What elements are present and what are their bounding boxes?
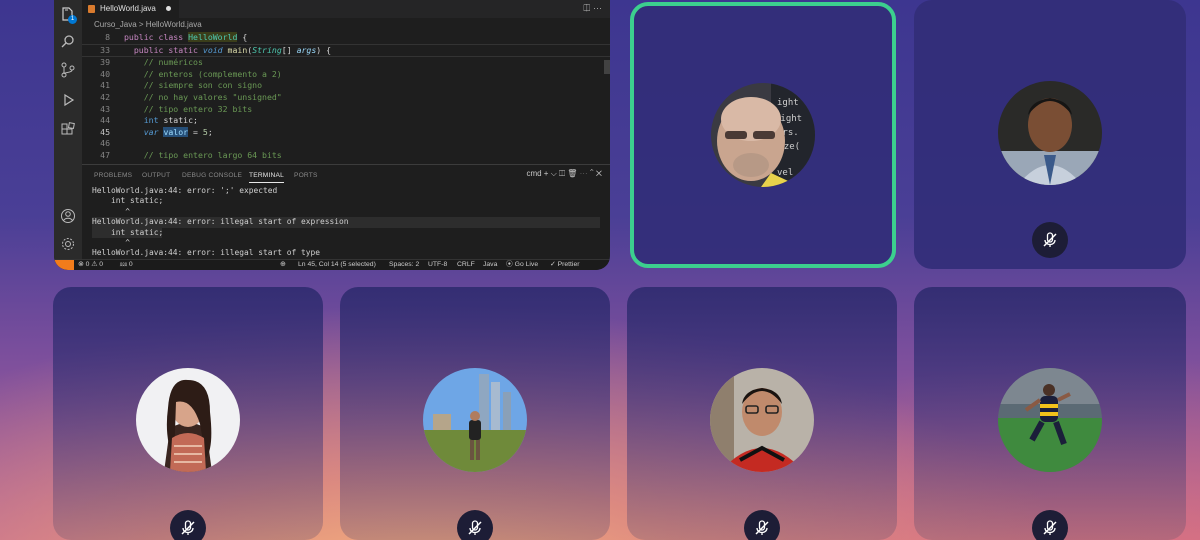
code-line: 33 public static void main(String[] args… [82,44,610,58]
avatar: ight light ors. size( vel [711,83,815,187]
terminal-line: int static; [92,196,164,206]
problems-count[interactable]: ⊗ 0 ⚠ 0 [78,260,103,270]
muted-mic-icon [1032,222,1068,258]
line-text: public static void main(String[] args) { [133,44,332,55]
shared-screen-vscode[interactable]: 1 HelloWorld.java ⎅ ⋯ Curso_Java > Hello… [54,0,610,270]
muted-mic-icon [170,510,206,540]
terminal-line: int static; [92,227,164,238]
line-number: 45 [100,126,110,137]
line-text: // siempre son con signo [124,80,263,91]
source-control-icon[interactable] [60,62,76,78]
terminal-line: ^ [92,206,131,216]
tab-helloworld-java[interactable]: HelloWorld.java [82,0,180,18]
line-number: 47 [100,149,110,160]
code-editor[interactable]: 8 public class HelloWorld { 33 public sta… [82,32,610,162]
line-text: // numéricos [124,57,203,68]
line-number: 8 [105,32,110,42]
svg-text:ight: ight [777,98,799,108]
code-line: 44 int static; [82,115,610,127]
avatar [998,368,1102,472]
terminal-line: HelloWorld.java:44: error: illegal start… [92,248,321,258]
ports-count[interactable]: ⅏ 0 [120,260,133,270]
java-file-icon [88,5,95,13]
code-line: 40 // enteros (complemento a 2) [82,69,610,81]
tab-debug-console[interactable]: DEBUG CONSOLE [182,172,242,179]
tab-terminal[interactable]: TERMINAL [249,172,284,183]
line-number: 33 [100,44,110,55]
line-number: 43 [100,103,110,114]
editor-actions[interactable]: ⎅ ⋯ [583,3,602,14]
cursor-position[interactable]: Ln 45, Col 14 (5 selected) [298,260,376,270]
line-text: var valor = 5; [143,126,213,137]
code-line: 8 public class HelloWorld { [82,32,610,45]
tab-ports[interactable]: PORTS [294,172,318,179]
line-number: 46 [100,138,110,149]
muted-mic-icon [457,510,493,540]
terminal-line: HelloWorld.java:44: error: illegal start… [92,217,600,228]
line-text: int static; [143,115,198,126]
muted-mic-icon [1032,510,1068,540]
terminal-output[interactable]: HelloWorld.java:44: error: ';' expected … [92,186,600,258]
line-text: public class HelloWorld { [124,32,248,42]
code-line: 46 [82,138,610,150]
line-text: // no hay valores "unsigned" [124,91,282,102]
muted-mic-icon [744,510,780,540]
line-number: 39 [100,57,110,68]
terminal-line: HelloWorld.java:44: error: ';' expected [92,186,278,195]
panel-tab-bar: PROBLEMS OUTPUT DEBUG CONSOLE TERMINAL P… [82,164,610,185]
tab-output[interactable]: OUTPUT [142,172,170,179]
participant-tile[interactable] [914,287,1186,540]
editor-scrollbar[interactable] [604,60,610,74]
line-number: 41 [100,80,110,91]
breadcrumb[interactable]: Curso_Java > HelloWorld.java [82,18,610,32]
participant-tile[interactable] [53,287,323,540]
line-number: 42 [100,91,110,102]
explorer-badge: 1 [68,15,77,24]
terminal-controls[interactable]: cmd + ⌵ ◫ 🗑 ⋯ ⌃ ✕ [526,169,602,179]
participant-tile[interactable] [914,0,1186,269]
prettier-status[interactable]: ✓ Prettier [550,260,580,270]
language-mode[interactable]: Java [483,260,497,270]
avatar [998,81,1102,185]
code-line: 41 // siempre son con signo [82,80,610,92]
tab-problems[interactable]: PROBLEMS [94,172,132,179]
activity-bar: 1 [54,0,82,262]
line-text: // enteros (complemento a 2) [124,68,282,79]
tab-label: HelloWorld.java [100,4,156,13]
editor-tab-bar: HelloWorld.java ⎅ ⋯ [82,0,610,18]
search-icon[interactable] [60,34,76,50]
avatar [423,368,527,472]
code-line: 43 // tipo entero 32 bits [82,104,610,116]
terminal-line: ^ [92,237,131,247]
account-icon[interactable] [60,208,76,224]
end-of-line[interactable]: CRLF [457,260,475,270]
participant-tile-active-speaker[interactable]: ight light ors. size( vel [630,2,896,268]
line-text: // tipo entero largo 64 bits [124,149,282,160]
line-text: // tipo entero 32 bits [124,103,253,114]
avatar [136,368,240,472]
code-line: 47 // tipo entero largo 64 bits [82,150,610,162]
participant-tile[interactable] [627,287,897,540]
status-bar: ⊗ 0 ⚠ 0 ⅏ 0 ⊕ Ln 45, Col 14 (5 selected)… [54,259,610,270]
extensions-icon[interactable] [60,122,76,138]
participant-tile[interactable] [340,287,610,540]
unsaved-dot-icon[interactable] [166,6,172,12]
svg-text:vel: vel [777,168,793,178]
line-number: 40 [100,68,110,79]
indent-spaces[interactable]: Spaces: 2 [389,260,419,270]
code-line: 45 var valor = 5; [82,126,610,139]
code-line: 42 // no hay valores "unsigned" [82,92,610,104]
run-debug-icon[interactable] [60,92,76,108]
code-line: 39 // numéricos [82,57,610,69]
line-number: 44 [100,115,110,126]
avatar [710,368,814,472]
go-live-button[interactable]: ⦿ Go Live [506,260,538,270]
remote-indicator[interactable] [54,260,74,270]
settings-gear-icon[interactable] [60,236,76,252]
zoom-indicator[interactable]: ⊕ [280,260,286,270]
file-encoding[interactable]: UTF-8 [428,260,447,270]
